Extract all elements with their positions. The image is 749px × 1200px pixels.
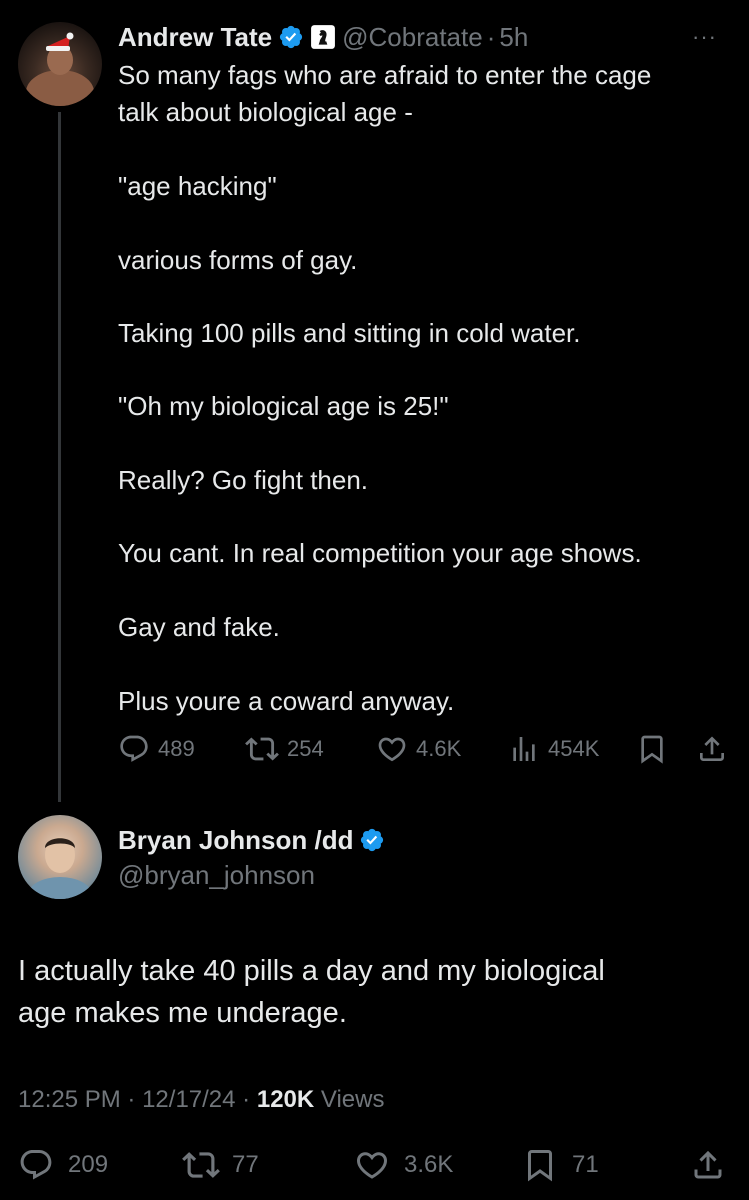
bookmark-icon	[528, 1150, 552, 1182]
views-label: Views	[320, 1086, 385, 1113]
tweet-line: various forms of gay.	[118, 245, 358, 275]
separator-dot: ·	[127, 1086, 136, 1113]
repost-icon	[245, 737, 279, 761]
thread-line	[58, 112, 61, 802]
like-count: 4.6K	[416, 736, 462, 761]
author-name[interactable]: Bryan Johnson /dd	[118, 825, 353, 856]
like-count: 3.6K	[404, 1151, 454, 1178]
reply-count: 209	[68, 1151, 109, 1178]
affiliate-badge-icon	[311, 25, 336, 49]
tweet-line: Gay and fake.	[118, 612, 280, 642]
bookmark-count: 71	[572, 1151, 599, 1178]
tweet-line: Taking 100 pills and sitting in cold wat…	[118, 318, 581, 348]
reply-line: I actually take 40 pills a day and my bi…	[18, 955, 605, 987]
bookmark-icon	[641, 735, 663, 764]
repost-icon	[182, 1152, 220, 1178]
verified-badge-icon	[280, 25, 303, 49]
avatar[interactable]	[18, 815, 102, 899]
heart-icon	[356, 1152, 388, 1179]
reply-button[interactable]: 489	[118, 732, 195, 766]
tweet-line: "age hacking"	[118, 171, 277, 201]
share-icon	[694, 1150, 722, 1179]
tweet-line: talk about biological age -	[118, 97, 413, 127]
share-button[interactable]	[690, 1146, 726, 1184]
author-handle[interactable]: @Cobratate	[342, 22, 483, 53]
tweet-line: Plus youre a coward anyway.	[118, 686, 455, 716]
like-button[interactable]: 4.6K	[376, 732, 461, 766]
reply-icon	[120, 735, 148, 762]
separator-dot: ·	[242, 1086, 251, 1113]
repost-count: 254	[287, 736, 324, 761]
tweet-header: Andrew Tate @Cobratate · 5h	[118, 20, 528, 54]
reply-count: 489	[158, 736, 195, 761]
repost-button[interactable]: 254	[245, 732, 324, 766]
repost-button[interactable]: 77	[182, 1146, 259, 1184]
post-time[interactable]: 12:25 PM	[18, 1086, 121, 1113]
author-name[interactable]: Andrew Tate	[118, 22, 272, 53]
views-chart-icon	[513, 737, 535, 761]
reply-button[interactable]: 209	[18, 1146, 108, 1184]
like-button[interactable]: 3.6K	[354, 1146, 453, 1184]
views-total: 120K	[256, 1086, 315, 1113]
tweet-meta: 12:25 PM · 12/17/24 · 120K Views	[18, 1084, 384, 1116]
tweet-line: You cant. In real competition your age s…	[118, 538, 642, 568]
reply-header: Bryan Johnson /dd	[118, 823, 385, 857]
tweet-line: "Oh my biological age is 25!"	[118, 391, 449, 421]
more-options-button[interactable]: ···	[692, 20, 717, 54]
separator-dot: ·	[486, 21, 496, 52]
share-button[interactable]	[696, 732, 728, 766]
verified-badge-icon	[361, 828, 384, 852]
tweet-time[interactable]: 5h	[499, 22, 528, 53]
repost-count: 77	[232, 1151, 259, 1178]
views-count: 454K	[548, 736, 600, 761]
share-icon	[700, 736, 724, 761]
tweet-line: Really? Go fight then.	[118, 465, 369, 495]
author-handle[interactable]: @bryan_johnson	[118, 858, 315, 892]
reply-line: age makes me underage.	[18, 997, 347, 1029]
views-button[interactable]: 454K	[508, 732, 599, 766]
bookmark-button[interactable]: 71	[522, 1146, 599, 1184]
reply-icon	[20, 1150, 52, 1180]
avatar[interactable]	[18, 22, 102, 106]
bookmark-button[interactable]	[636, 732, 668, 766]
heart-icon	[378, 737, 406, 762]
tweet-line: So many fags who are afraid to enter the…	[118, 60, 652, 90]
post-date[interactable]: 12/17/24	[142, 1086, 235, 1113]
